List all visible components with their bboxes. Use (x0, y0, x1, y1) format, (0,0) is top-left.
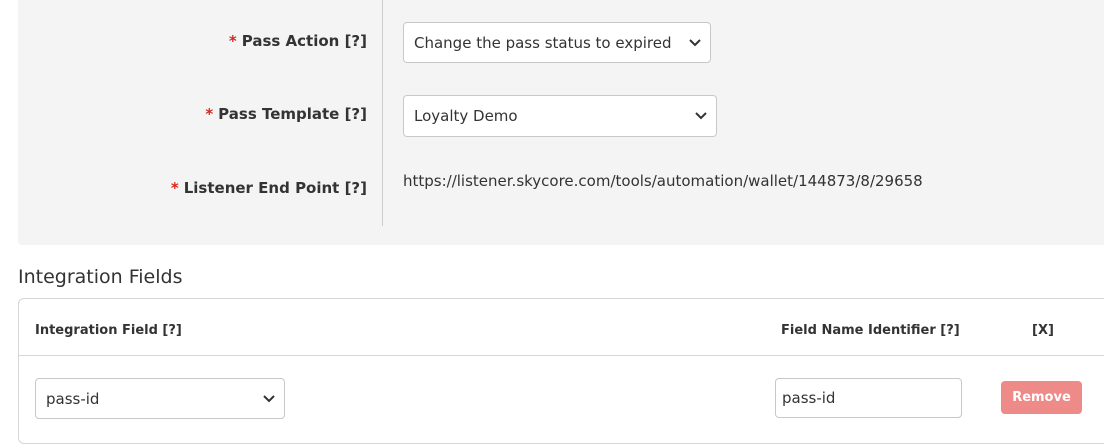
pass-template-label-text: Pass Template [?] (218, 105, 367, 123)
pass-template-select[interactable]: Loyalty Demo (403, 95, 717, 137)
required-marker: * (170, 179, 179, 197)
required-marker: * (205, 105, 214, 123)
pass-action-select[interactable]: Change the pass status to expired (403, 22, 711, 63)
pass-action-label-text: Pass Action [?] (241, 32, 367, 50)
remove-button[interactable]: Remove (1001, 381, 1082, 414)
field-name-identifier-input[interactable]: pass-id (775, 378, 962, 418)
pass-action-value: Change the pass status to expired (414, 33, 672, 52)
pass-template-label: * Pass Template [?] (205, 105, 367, 123)
integration-field-value: pass-id (46, 389, 100, 408)
header-remove: [X] (1032, 323, 1054, 338)
chevron-down-icon (688, 36, 702, 50)
integration-field-select[interactable]: pass-id (35, 378, 285, 419)
integration-fields-title: Integration Fields (18, 266, 183, 288)
required-marker: * (228, 32, 237, 50)
header-integration-field: Integration Field [?] (35, 323, 182, 338)
listener-end-point-label: * Listener End Point [?] (171, 179, 367, 197)
pass-template-value: Loyalty Demo (414, 107, 518, 125)
listener-end-point-url: https://listener.skycore.com/tools/autom… (403, 172, 923, 190)
listener-end-point-label-text: Listener End Point [?] (183, 179, 367, 197)
label-divider (382, 0, 383, 226)
header-field-name-identifier: Field Name Identifier [?] (781, 323, 960, 338)
chevron-down-icon (694, 109, 708, 123)
field-name-identifier-value: pass-id (782, 389, 836, 407)
pass-action-label: * Pass Action [?] (229, 32, 367, 50)
integration-fields-table: Integration Field [?] Field Name Identif… (18, 298, 1104, 444)
table-header-divider (19, 355, 1104, 356)
chevron-down-icon (262, 392, 276, 406)
